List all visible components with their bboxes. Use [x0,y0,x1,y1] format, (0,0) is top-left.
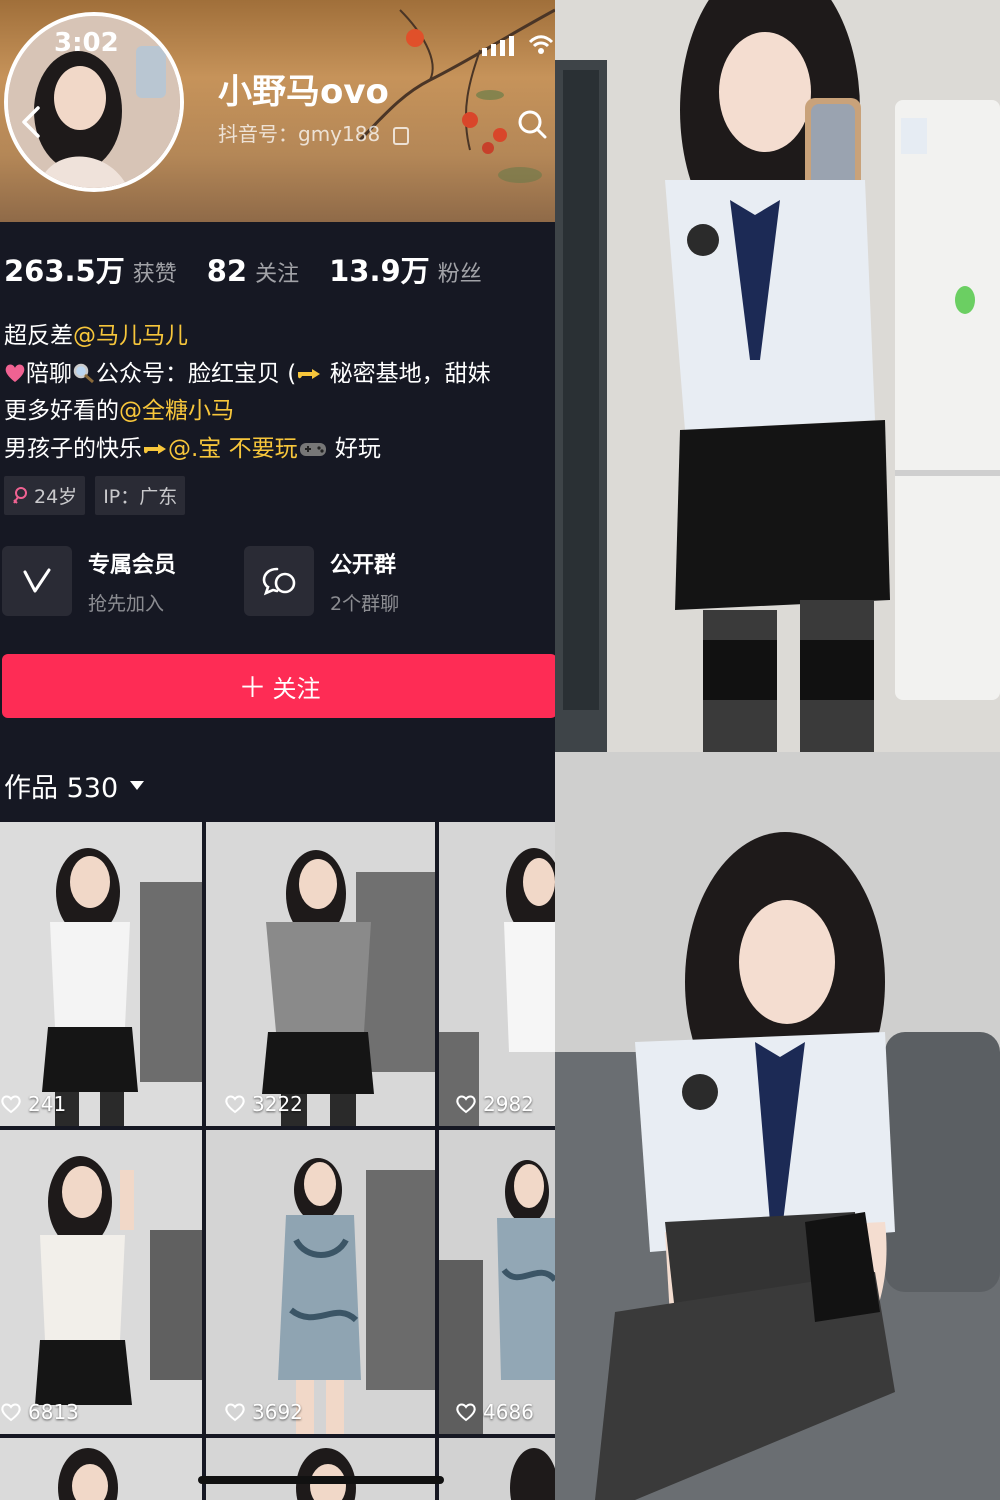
works-tab[interactable]: 作品 530 [4,766,145,805]
like-count-text: 4686 [483,1400,534,1424]
like-count-text: 3222 [252,1092,303,1116]
wifi-icon [528,35,554,54]
like-count: 241 [0,1092,66,1116]
heart-icon [1,1403,21,1422]
signal-icon [482,36,514,56]
heart-icon [456,1403,476,1422]
sparkling-heart-icon [5,364,25,382]
douyin-id-text: 抖音号：gmy188 [218,122,381,146]
video-tile[interactable]: 3222 [206,822,435,1126]
like-count: 2982 [455,1092,534,1116]
status-time: 3:02 [54,28,119,58]
bio-line: 超反差@马儿马儿 [4,318,555,356]
photo-column [555,0,1000,1500]
copy-icon[interactable] [392,126,409,145]
like-count-text: 3692 [252,1400,303,1424]
group-chat-icon [262,567,296,596]
photo-sitting [555,752,1000,1500]
heart-icon [225,1403,245,1422]
like-count-text: 241 [28,1092,67,1116]
pointing-hand-icon [144,443,166,454]
pointing-hand-icon [298,368,321,379]
like-count: 3692 [224,1400,303,1424]
feature-vip[interactable]: 专属会员 抢先加入 [2,546,176,616]
profile-stats: 263.5万 获赞 82 关注 13.9万 粉丝 [4,248,512,290]
tag-ip-text: IP：广东 [103,486,178,508]
bio-line: 陪聊 公众号：脸红宝贝 ( 秘密基地，甜妹 [4,356,555,394]
like-count: 4686 [455,1400,534,1424]
video-tile[interactable]: 3692 [206,1130,435,1434]
like-count-text: 2982 [483,1092,534,1116]
bio-text: 秘密基地，甜妹 [322,360,491,387]
video-tile[interactable]: 6813 [0,1130,202,1434]
feature-title: 公开群 [330,552,397,578]
heart-icon [225,1095,245,1114]
profile-name: 小野马ovo [218,72,389,112]
like-count: 6813 [0,1400,79,1424]
feature-group[interactable]: 公开群 2个群聊 [244,546,399,616]
tag-age: 24岁 [4,476,86,515]
profile-cover: 3:02 小野马ovo 抖音号：gmy188 [0,0,555,222]
vip-icon [23,568,51,593]
douyin-id: 抖音号：gmy188 [218,118,409,147]
video-tile[interactable] [206,1438,435,1500]
bio-mention[interactable]: @马儿马儿 [73,323,188,349]
bio-text: 公众号：脸红宝贝 ( [96,360,297,387]
video-tile[interactable]: 2982 [439,822,555,1126]
video-tile[interactable] [439,1438,555,1500]
stat-following[interactable]: 82 关注 [207,254,299,288]
photo-mirror-selfie [555,0,1000,752]
bio-text: 男孩子的快乐 [4,435,142,462]
follow-button-label: 关注 [272,674,321,703]
stat-value: 263.5万 [4,254,125,288]
game-controller-icon [299,442,326,456]
bio-text: 超反差 [4,323,73,349]
stat-followers[interactable]: 13.9万 粉丝 [329,248,482,290]
tag-age-text: 24岁 [34,486,78,508]
bio-line: 男孩子的快乐 @.宝 不要玩 好玩 [4,431,555,469]
bio-mention[interactable]: @.宝 不要玩 [168,436,298,462]
back-icon[interactable] [16,104,46,140]
heart-icon [1,1095,21,1114]
profile-screen: 3:02 小野马ovo 抖音号：gmy188 263.5万 获赞 82 关注 1… [0,0,555,1500]
female-icon [13,486,27,504]
stat-label: 粉丝 [437,262,482,287]
video-tile[interactable]: 241 [0,822,202,1126]
like-count: 3222 [224,1092,303,1116]
heart-icon [456,1095,476,1114]
bio-text: 更多好看的 [4,398,119,424]
plus-icon: ＋ [238,671,267,704]
feature-subtitle: 2个群聊 [330,592,400,615]
video-tile[interactable] [0,1438,202,1500]
stat-label: 关注 [255,262,300,287]
video-tile[interactable]: 4686 [439,1130,555,1434]
bio-text: 好玩 [327,435,381,462]
vip-icon-box [2,546,72,616]
profile-bio: 超反差@马儿马儿 陪聊 公众号：脸红宝贝 ( 秘密基地，甜妹 更多好看的@全糖小马… [4,318,555,468]
profile-tags: 24岁 IP：广东 [4,476,195,515]
caret-down-icon [130,781,145,790]
bio-text: 陪聊 [26,360,72,387]
feature-subtitle: 抢先加入 [88,592,165,615]
group-icon-box [244,546,314,616]
feature-title: 专属会员 [88,552,177,578]
stat-label: 获赞 [132,262,177,287]
bio-mention[interactable]: @全糖小马 [119,398,234,424]
stat-value: 13.9万 [329,254,430,288]
magnifier-icon [73,363,94,383]
stat-value: 82 [206,254,248,288]
video-grid: 241 3222 2982 6813 3692 4686 [0,822,555,1500]
search-icon[interactable] [516,108,548,140]
stat-likes[interactable]: 263.5万 获赞 [4,248,177,290]
follow-button[interactable]: ＋ 关注 [2,654,555,718]
works-label: 作品 530 [4,773,119,804]
like-count-text: 6813 [28,1400,79,1424]
tag-ip: IP：广东 [95,476,186,515]
home-indicator[interactable] [198,1476,444,1484]
bio-line: 更多好看的@全糖小马 [4,393,555,431]
